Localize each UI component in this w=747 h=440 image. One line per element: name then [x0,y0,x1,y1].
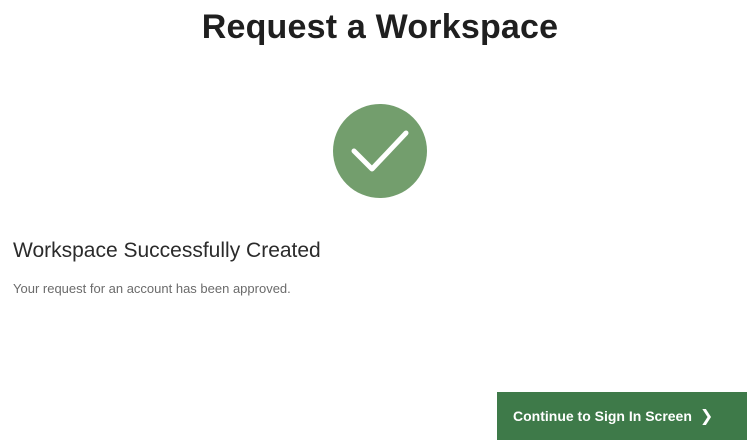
chevron-right-icon: ❯ [699,408,714,425]
checkmark-icon [351,130,409,172]
request-workspace-page: Request a Workspace Workspace Successful… [0,0,747,440]
continue-button-label: Continue to Sign In Screen [513,408,692,424]
page-title: Request a Workspace [201,8,559,46]
success-check-badge [333,104,427,198]
continue-to-sign-in-button[interactable]: Continue to Sign In Screen ❯ [497,392,747,440]
success-heading: Workspace Successfully Created [13,239,321,262]
success-message: Your request for an account has been app… [13,281,291,296]
